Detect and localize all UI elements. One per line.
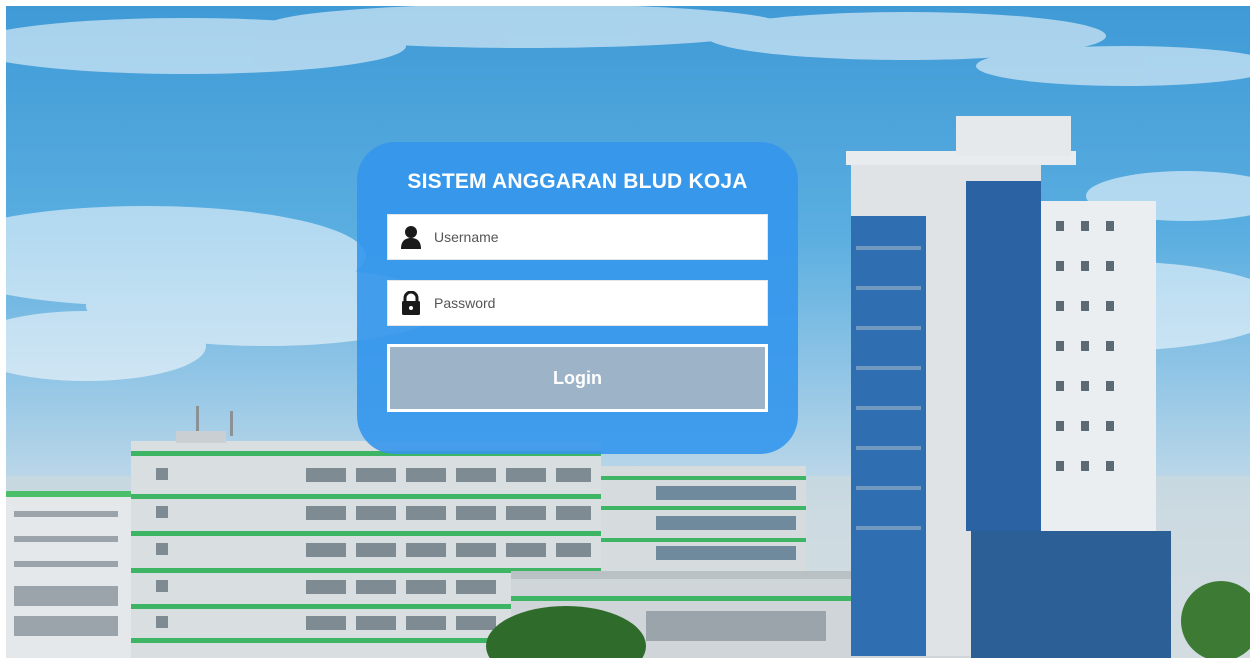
username-field[interactable] xyxy=(387,214,768,260)
login-card: SISTEM ANGGARAN BLUD KOJA Login xyxy=(357,142,798,454)
login-button[interactable]: Login xyxy=(387,344,768,412)
password-field[interactable] xyxy=(387,280,768,326)
username-input[interactable] xyxy=(434,215,759,259)
lock-icon xyxy=(400,290,422,315)
app-title: SISTEM ANGGARAN BLUD KOJA xyxy=(407,170,748,193)
user-icon xyxy=(400,225,422,249)
login-page: SISTEM ANGGARAN BLUD KOJA Login xyxy=(0,0,1256,658)
password-input[interactable] xyxy=(434,281,759,325)
